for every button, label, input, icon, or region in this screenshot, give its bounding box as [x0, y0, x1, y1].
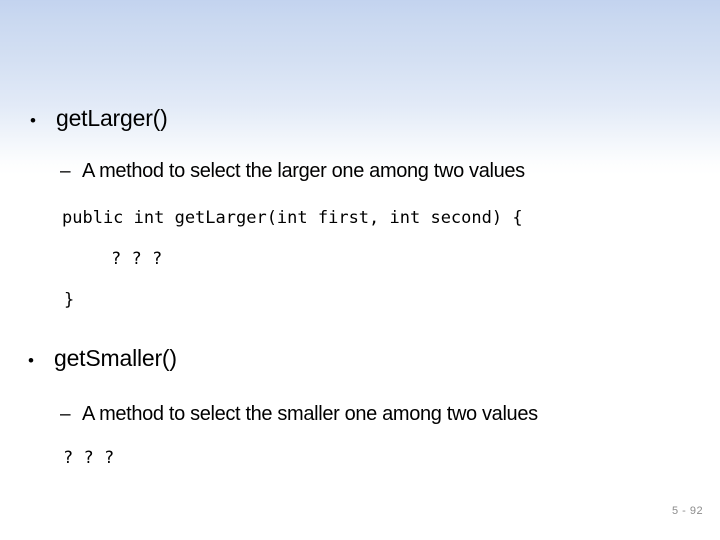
- dash-marker-icon: –: [60, 161, 71, 182]
- bullet-get-smaller-label: getSmaller(): [54, 345, 177, 371]
- code-line-get-larger-body-placeholder: ? ? ?: [111, 249, 163, 269]
- get-smaller-description-text: A method to select the smaller one among…: [82, 403, 538, 425]
- bullet-get-smaller: • getSmaller(): [28, 345, 177, 372]
- page-number: 5 - 92: [672, 505, 704, 517]
- code-line-get-larger-signature: public int getLarger(int first, int seco…: [62, 208, 523, 228]
- slide-canvas: • getLarger() – A method to select the l…: [0, 0, 720, 540]
- dash-marker-icon: –: [60, 404, 71, 425]
- code-line-get-larger-closing-brace: }: [64, 290, 75, 310]
- bullet-get-larger: • getLarger(): [30, 105, 168, 132]
- bullet-marker-icon: •: [30, 111, 36, 130]
- get-larger-description-text: A method to select the larger one among …: [82, 160, 525, 182]
- bullet-get-larger-label: getLarger(): [56, 105, 168, 131]
- sub-bullet-get-smaller-description: – A method to select the smaller one amo…: [60, 403, 538, 426]
- code-line-get-smaller-body-placeholder: ? ? ?: [63, 448, 115, 468]
- sub-bullet-get-larger-description: – A method to select the larger one amon…: [60, 160, 525, 183]
- bullet-marker-icon: •: [28, 351, 34, 370]
